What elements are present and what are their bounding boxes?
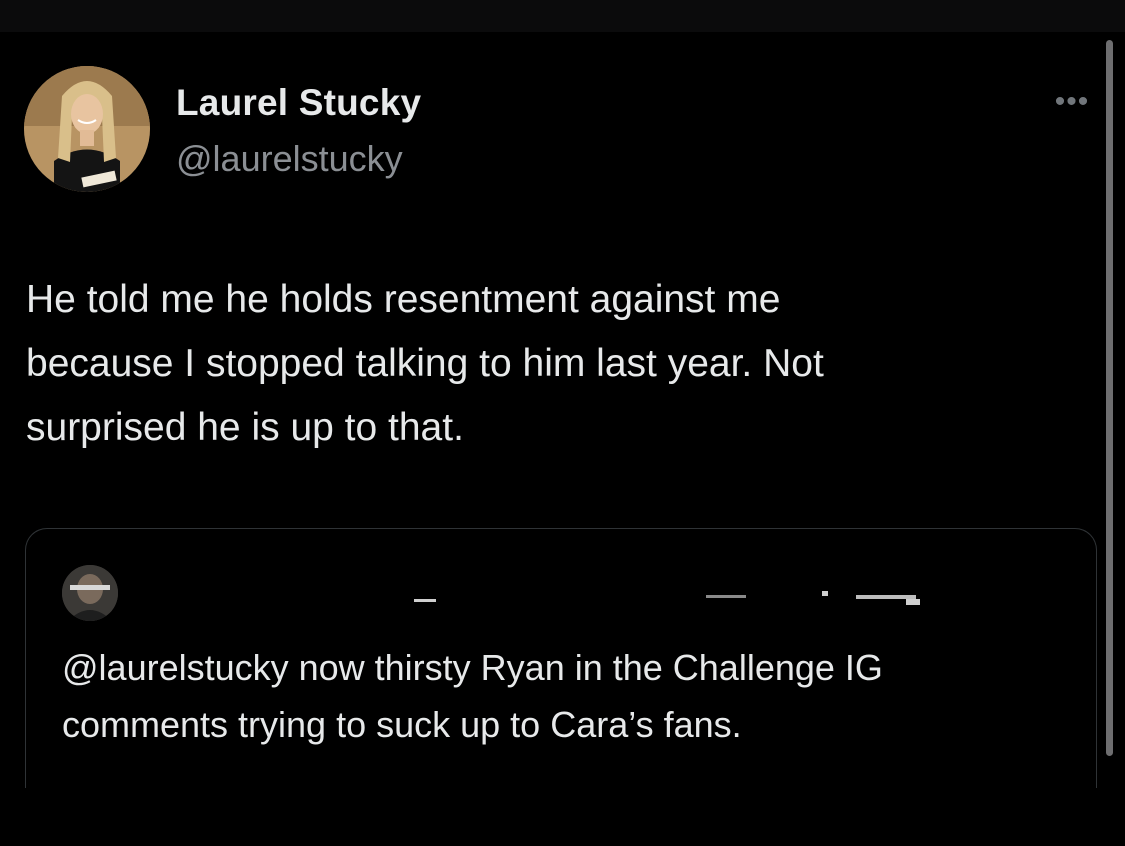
quoted-tweet-body: @laurelstucky now thirsty Ryan in the Ch… xyxy=(62,639,1082,753)
author-handle[interactable]: @laurelstucky xyxy=(176,138,403,180)
profile-photo-icon xyxy=(24,66,150,192)
quoted-tweet[interactable]: @laurelstucky now thirsty Ryan in the Ch… xyxy=(25,528,1097,788)
bottom-crop xyxy=(0,788,1125,846)
redacted-header xyxy=(414,591,920,605)
tweet-body: He told me he holds resentment against m… xyxy=(26,268,1086,460)
tweet-text-line: because I stopped talking to him last ye… xyxy=(26,342,824,385)
status-strip xyxy=(0,0,1125,32)
more-options-button[interactable]: ••• xyxy=(1048,87,1096,117)
tweet-text-line: surprised he is up to that. xyxy=(26,406,464,449)
quoted-text-line: @laurelstucky now thirsty Ryan in the Ch… xyxy=(62,647,883,688)
more-dots-icon: ••• xyxy=(1054,85,1090,118)
quoted-text-line: comments trying to suck up to Cara’s fan… xyxy=(62,704,742,745)
profile-photo-icon xyxy=(62,565,118,621)
author-avatar[interactable] xyxy=(24,66,150,192)
tweet-text-line: He told me he holds resentment against m… xyxy=(26,278,781,321)
quoted-author-avatar[interactable] xyxy=(62,565,118,621)
tweet-card: Laurel Stucky @laurelstucky ••• He told … xyxy=(0,32,1125,846)
scrollbar[interactable] xyxy=(1106,40,1113,756)
author-name[interactable]: Laurel Stucky xyxy=(176,82,421,124)
